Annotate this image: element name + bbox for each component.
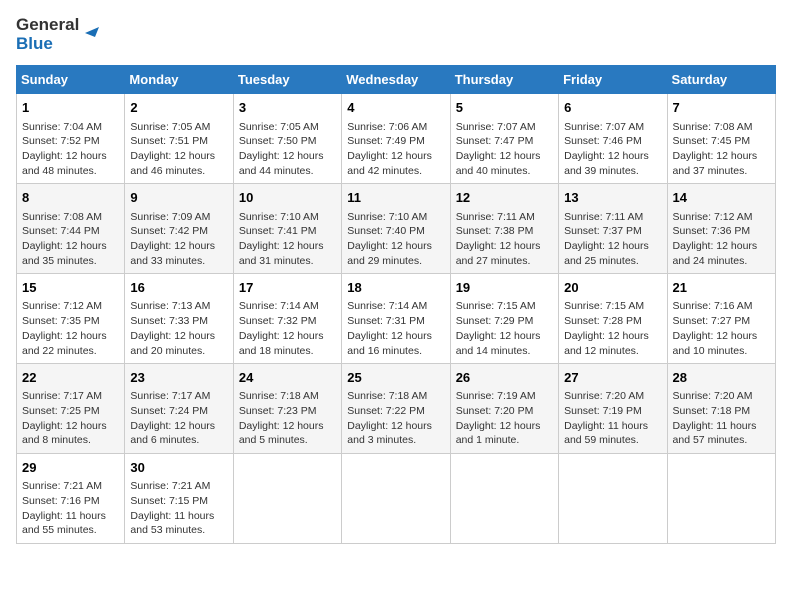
col-header-tuesday: Tuesday	[233, 66, 341, 94]
col-header-saturday: Saturday	[667, 66, 775, 94]
calendar-cell-29: 29Sunrise: 7:21 AM Sunset: 7:16 PM Dayli…	[17, 454, 125, 544]
calendar-cell-18: 18Sunrise: 7:14 AM Sunset: 7:31 PM Dayli…	[342, 274, 450, 364]
calendar-cell-25: 25Sunrise: 7:18 AM Sunset: 7:22 PM Dayli…	[342, 364, 450, 454]
calendar-cell-7: 7Sunrise: 7:08 AM Sunset: 7:45 PM Daylig…	[667, 94, 775, 184]
calendar-cell-5: 5Sunrise: 7:07 AM Sunset: 7:47 PM Daylig…	[450, 94, 558, 184]
calendar-cell-17: 17Sunrise: 7:14 AM Sunset: 7:32 PM Dayli…	[233, 274, 341, 364]
page-header: General Blue	[16, 16, 776, 53]
calendar-cell-12: 12Sunrise: 7:11 AM Sunset: 7:38 PM Dayli…	[450, 184, 558, 274]
calendar-cell-empty	[667, 454, 775, 544]
calendar-cell-13: 13Sunrise: 7:11 AM Sunset: 7:37 PM Dayli…	[559, 184, 667, 274]
calendar-table: SundayMondayTuesdayWednesdayThursdayFrid…	[16, 65, 776, 544]
calendar-cell-24: 24Sunrise: 7:18 AM Sunset: 7:23 PM Dayli…	[233, 364, 341, 454]
logo-blue-text: Blue	[16, 35, 53, 54]
calendar-cell-16: 16Sunrise: 7:13 AM Sunset: 7:33 PM Dayli…	[125, 274, 233, 364]
col-header-friday: Friday	[559, 66, 667, 94]
calendar-cell-3: 3Sunrise: 7:05 AM Sunset: 7:50 PM Daylig…	[233, 94, 341, 184]
calendar-cell-empty	[233, 454, 341, 544]
calendar-cell-15: 15Sunrise: 7:12 AM Sunset: 7:35 PM Dayli…	[17, 274, 125, 364]
col-header-wednesday: Wednesday	[342, 66, 450, 94]
logo: General Blue	[16, 16, 103, 53]
calendar-cell-6: 6Sunrise: 7:07 AM Sunset: 7:46 PM Daylig…	[559, 94, 667, 184]
calendar-cell-28: 28Sunrise: 7:20 AM Sunset: 7:18 PM Dayli…	[667, 364, 775, 454]
calendar-cell-11: 11Sunrise: 7:10 AM Sunset: 7:40 PM Dayli…	[342, 184, 450, 274]
calendar-cell-empty	[450, 454, 558, 544]
calendar-cell-9: 9Sunrise: 7:09 AM Sunset: 7:42 PM Daylig…	[125, 184, 233, 274]
calendar-cell-27: 27Sunrise: 7:20 AM Sunset: 7:19 PM Dayli…	[559, 364, 667, 454]
calendar-cell-4: 4Sunrise: 7:06 AM Sunset: 7:49 PM Daylig…	[342, 94, 450, 184]
col-header-monday: Monday	[125, 66, 233, 94]
calendar-cell-22: 22Sunrise: 7:17 AM Sunset: 7:25 PM Dayli…	[17, 364, 125, 454]
calendar-cell-2: 2Sunrise: 7:05 AM Sunset: 7:51 PM Daylig…	[125, 94, 233, 184]
calendar-cell-26: 26Sunrise: 7:19 AM Sunset: 7:20 PM Dayli…	[450, 364, 558, 454]
calendar-cell-19: 19Sunrise: 7:15 AM Sunset: 7:29 PM Dayli…	[450, 274, 558, 364]
logo-general-text: General	[16, 16, 79, 35]
calendar-cell-1: 1Sunrise: 7:04 AM Sunset: 7:52 PM Daylig…	[17, 94, 125, 184]
calendar-cell-10: 10Sunrise: 7:10 AM Sunset: 7:41 PM Dayli…	[233, 184, 341, 274]
calendar-cell-20: 20Sunrise: 7:15 AM Sunset: 7:28 PM Dayli…	[559, 274, 667, 364]
calendar-cell-empty	[559, 454, 667, 544]
calendar-cell-14: 14Sunrise: 7:12 AM Sunset: 7:36 PM Dayli…	[667, 184, 775, 274]
col-header-sunday: Sunday	[17, 66, 125, 94]
calendar-cell-23: 23Sunrise: 7:17 AM Sunset: 7:24 PM Dayli…	[125, 364, 233, 454]
col-header-thursday: Thursday	[450, 66, 558, 94]
calendar-cell-empty	[342, 454, 450, 544]
calendar-cell-21: 21Sunrise: 7:16 AM Sunset: 7:27 PM Dayli…	[667, 274, 775, 364]
calendar-cell-30: 30Sunrise: 7:21 AM Sunset: 7:15 PM Dayli…	[125, 454, 233, 544]
calendar-cell-8: 8Sunrise: 7:08 AM Sunset: 7:44 PM Daylig…	[17, 184, 125, 274]
logo-arrow-icon	[81, 19, 103, 41]
